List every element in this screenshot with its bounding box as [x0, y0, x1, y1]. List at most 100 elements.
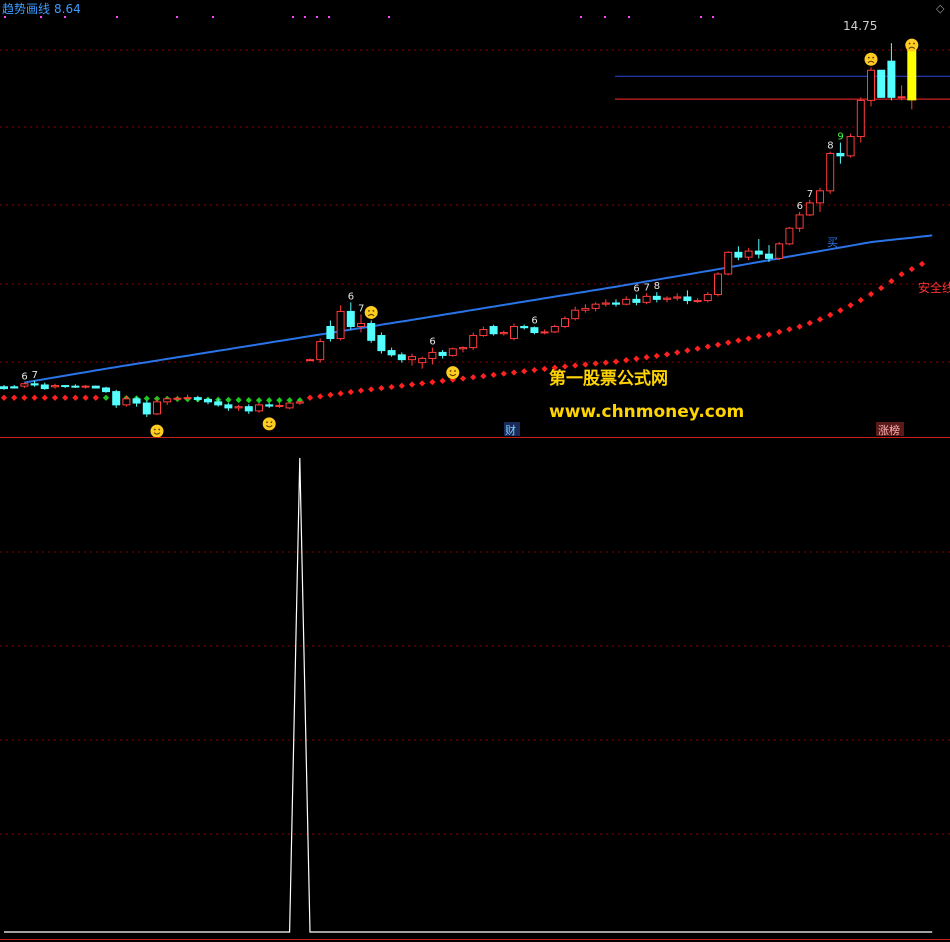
safety-dot [388, 383, 395, 391]
signal-dot [4, 16, 6, 18]
candle-body [632, 298, 641, 303]
candle-body [244, 406, 253, 412]
candle-body [61, 385, 70, 388]
candle-body [867, 69, 875, 101]
safety-dot [510, 369, 518, 376]
candle-body [561, 318, 569, 327]
signal-dot [712, 16, 714, 18]
safety-dot [347, 388, 354, 396]
safety-dot [102, 394, 110, 401]
zhangting-badge[interactable]: 涨榜 [878, 423, 900, 437]
safety-dot [439, 377, 446, 385]
candle-body [765, 253, 773, 259]
smiley-eye [270, 421, 273, 424]
candle-body [255, 404, 263, 412]
safety-dot [643, 354, 650, 361]
indicator-name: 趋势画线 [2, 2, 50, 16]
safety-dot [419, 380, 426, 387]
candle-body [30, 383, 39, 386]
safety-dot [11, 394, 18, 401]
candle-body [530, 327, 539, 334]
candle-body [51, 385, 59, 388]
candle-body [122, 398, 131, 406]
smiley-eye [872, 56, 875, 59]
safety-dot [541, 365, 548, 372]
chart-canvas[interactable]: 76678666786789 趋势画线 8.64 14.75 安全线 买 第一股… [0, 0, 950, 942]
safety-dot [796, 323, 803, 330]
safety-dot [368, 386, 375, 393]
safety-line-dots [0, 260, 926, 404]
safety-dot [225, 396, 232, 403]
candle-body [775, 243, 784, 259]
safety-dot [704, 343, 711, 350]
candle-body [387, 350, 396, 356]
safety-dot [776, 328, 783, 335]
candle-body [346, 310, 355, 327]
trend-line [24, 234, 933, 384]
candle-body [846, 136, 855, 157]
safety-dot [41, 394, 48, 401]
safety-dot [470, 374, 477, 381]
signal-dot [604, 16, 606, 18]
candle-body [469, 335, 478, 349]
safety-dot [357, 387, 365, 394]
signal-dot [212, 16, 214, 18]
buy-marker: 买 [827, 236, 838, 249]
candle-body [724, 251, 733, 275]
cai-badge[interactable]: 财 [505, 423, 516, 437]
smiley-eye [908, 42, 911, 45]
candle-body [795, 214, 804, 229]
safety-dot [62, 394, 69, 401]
safety-dot [327, 391, 334, 399]
candle-body [479, 329, 488, 337]
candle-body [856, 99, 865, 138]
safety-dot [867, 290, 875, 298]
smiley-eye [449, 370, 452, 372]
candle-body [81, 385, 90, 388]
safety-dot [827, 311, 834, 319]
candle-body [163, 398, 172, 403]
safety-dot [837, 307, 844, 314]
candle-body [652, 295, 661, 300]
candle-body [489, 325, 498, 335]
safety-dot [592, 360, 599, 367]
signal-dot [328, 16, 330, 18]
safety-dot [317, 393, 324, 400]
signal-dot [292, 16, 294, 18]
limit-up-bar-rect [907, 43, 917, 101]
safety-dot [572, 362, 579, 369]
candle-body [285, 402, 294, 409]
smiley-face [364, 305, 378, 319]
safety-dot [725, 339, 732, 346]
safety-dot [51, 394, 59, 401]
safety-dot [765, 331, 773, 338]
candle-body [540, 331, 549, 334]
smiley-eye [266, 421, 268, 424]
smiley-eye [158, 428, 161, 431]
safety-dot [531, 366, 538, 374]
signal-dot [580, 16, 582, 18]
candle-body [306, 359, 314, 362]
candle-body [499, 332, 508, 335]
candle-body [112, 391, 121, 406]
safety-dot [21, 394, 28, 401]
safety-dot [490, 371, 497, 378]
candle-body [510, 325, 518, 340]
safety-dot [245, 396, 252, 404]
candle-body [336, 310, 345, 340]
candle-body [663, 297, 671, 300]
collapse-icon[interactable]: ◇ [936, 2, 945, 15]
safety-dot [612, 358, 620, 365]
smiley-face [446, 366, 460, 380]
smiley-eye [368, 309, 370, 312]
count-label: 6 [531, 315, 537, 326]
candle-body [142, 402, 151, 415]
smiley-markers [150, 38, 919, 438]
smiley-eye [372, 309, 375, 312]
candle-body [673, 296, 682, 299]
candle-body [612, 302, 620, 305]
smiley-face [864, 52, 878, 66]
safety-dot [714, 341, 722, 348]
count-label: 6 [797, 201, 803, 212]
safety-dot [306, 394, 314, 401]
